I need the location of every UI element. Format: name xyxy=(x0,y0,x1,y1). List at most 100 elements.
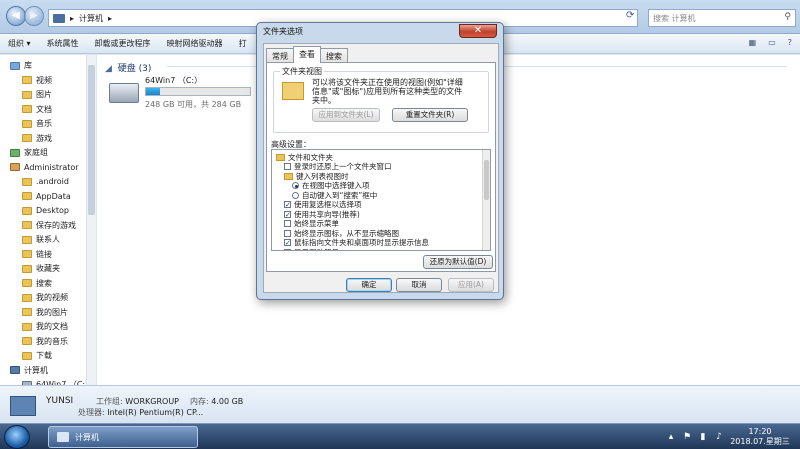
radio-button[interactable] xyxy=(292,191,299,199)
memory-value: 4.00 GB xyxy=(211,397,244,406)
workgroup-label: 工作组: xyxy=(96,397,123,406)
nav-item-label: 链接 xyxy=(36,249,52,259)
folder-icon xyxy=(22,264,32,273)
checkbox[interactable]: ✓ xyxy=(284,210,291,218)
checkbox[interactable]: ✓ xyxy=(284,201,291,209)
folder-icon xyxy=(22,105,32,113)
tab-general[interactable]: 常规 xyxy=(266,48,294,62)
folder-icon xyxy=(22,308,32,316)
advanced-scrollbar[interactable] xyxy=(482,150,490,250)
toolbar-item-4[interactable]: 打 xyxy=(239,38,247,49)
group-title: 硬盘 (3) xyxy=(117,64,152,74)
nav-item-4[interactable]: 音乐 xyxy=(22,117,52,130)
nav-item-17[interactable]: 我的图片 xyxy=(22,306,68,319)
folder-icon xyxy=(22,206,32,215)
toolbar-item-2[interactable]: 卸载或更改程序 xyxy=(95,38,151,49)
nav-item-label: Desktop xyxy=(36,206,69,215)
refresh-icon[interactable]: ⟳ xyxy=(626,10,640,26)
folder-icon xyxy=(22,279,32,287)
checkbox[interactable]: ✓ xyxy=(284,248,291,250)
apply-to-folders-button[interactable]: 应用到文件夹(L) xyxy=(312,108,380,122)
cancel-button[interactable]: 取消 xyxy=(396,278,442,292)
drive-item[interactable]: 64Win7 （C:） 248 GB 可用，共 284 GB xyxy=(109,75,279,115)
checkbox[interactable] xyxy=(284,163,291,170)
action-center-flag-icon[interactable]: ⚑ xyxy=(682,432,692,442)
folder-icon xyxy=(22,134,32,142)
nav-item-2[interactable]: 图片 xyxy=(22,88,52,101)
nav-item-13[interactable]: 链接 xyxy=(22,248,52,261)
search-input[interactable]: 搜索 计算机 ⚲ xyxy=(648,9,796,27)
help-icon[interactable]: ? xyxy=(788,38,792,47)
network-icon[interactable]: ▮ xyxy=(698,432,708,442)
radio-button[interactable] xyxy=(292,182,299,189)
library-icon xyxy=(10,61,20,70)
advanced-setting-10[interactable]: ✓显示驱动器号 xyxy=(284,247,339,251)
nav-item-0[interactable]: 库 xyxy=(10,59,32,72)
checkbox[interactable] xyxy=(284,220,291,227)
toolbar-item-3[interactable]: 映射网络驱动器 xyxy=(167,38,223,49)
checkbox[interactable]: ✓ xyxy=(284,239,291,247)
path-chevron-icon[interactable]: ▸ xyxy=(108,14,112,23)
view-controls: ▦ ▭? xyxy=(749,38,792,47)
toolbar-item-1[interactable]: 系统属性 xyxy=(47,38,79,49)
start-button[interactable] xyxy=(4,425,30,449)
nav-item-7[interactable]: Administrator xyxy=(10,161,79,174)
volume-icon[interactable]: ♪ xyxy=(714,432,724,442)
navigation-pane: 库视频 图片文档音乐游戏 家庭组 Administrator .android AppDa… xyxy=(0,55,96,385)
taskbar-button-computer[interactable]: 计算机 xyxy=(48,426,198,448)
reset-folders-button[interactable]: 重置文件夹(R) xyxy=(392,108,468,122)
tab-view[interactable]: 查看 xyxy=(293,46,321,63)
nav-item-16[interactable]: 我的视频 xyxy=(22,291,68,304)
tab-strip: 常规 查看 搜索 xyxy=(266,46,348,63)
forward-button[interactable]: ▶ xyxy=(24,6,44,26)
nav-item-18[interactable]: 我的文档 xyxy=(22,320,68,333)
nav-item-8[interactable]: .android xyxy=(22,175,69,188)
nav-scrollbar-thumb[interactable] xyxy=(88,65,95,215)
advanced-settings-list[interactable]: 文件和文件夹 登录时还原上一个文件夹窗口 键入列表视图时 在视图中选择键入项 自动键入到… xyxy=(271,149,491,251)
nav-item-14[interactable]: 收藏夹 xyxy=(22,262,60,275)
nav-item-10[interactable]: Desktop xyxy=(22,204,69,217)
nav-scrollbar[interactable] xyxy=(86,55,96,385)
tab-search[interactable]: 搜索 xyxy=(320,48,348,62)
nav-item-9[interactable]: AppData xyxy=(22,190,71,203)
nav-item-label: 文档 xyxy=(36,104,52,114)
nav-item-3[interactable]: 文档 xyxy=(22,103,52,116)
restore-defaults-button[interactable]: 还原为默认值(D) xyxy=(423,255,493,269)
advanced-setting-label: 显示驱动器号 xyxy=(294,247,339,251)
search-icon[interactable]: ⚲ xyxy=(784,12,791,22)
group-header[interactable]: ◢ 硬盘 (3) xyxy=(105,61,151,74)
memory-info: 内存: 4.00 GB xyxy=(190,396,243,407)
view-options-icon[interactable]: ▦ xyxy=(749,38,757,47)
nav-item-15[interactable]: 搜索 xyxy=(22,277,52,290)
nav-item-label: 计算机 xyxy=(24,365,48,375)
back-button[interactable]: ◀ xyxy=(6,6,26,26)
nav-item-label: 我的音乐 xyxy=(36,336,68,346)
nav-item-label: 搜索 xyxy=(36,278,52,288)
view-tab-page: 文件夹视图 可以将该文件夹正在使用的视图(例如"详细信息"或"图标")应用到所有… xyxy=(266,62,496,272)
apply-button[interactable]: 应用(A) xyxy=(448,278,494,292)
folder-options-dialog: 文件夹选项 ✕ 常规 查看 搜索 文件夹视图 可以将该文件夹正在使用的视图(例如… xyxy=(256,22,504,300)
nav-item-20[interactable]: 下载 xyxy=(22,349,52,362)
nav-item-11[interactable]: 保存的游戏 xyxy=(22,219,76,232)
folder-icon xyxy=(22,322,32,331)
show-hidden-icons-icon[interactable]: ▴ xyxy=(666,432,676,442)
toolbar-item-0[interactable]: 组织 ▾ xyxy=(8,38,31,49)
preview-pane-icon[interactable]: ▭ xyxy=(768,38,776,47)
folder-icon xyxy=(22,177,32,186)
nav-item-5[interactable]: 游戏 xyxy=(22,132,52,145)
nav-item-22[interactable]: 64Win7 （C:） xyxy=(22,378,93,385)
ok-button[interactable]: 确定 xyxy=(346,278,392,292)
nav-item-label: 音乐 xyxy=(36,119,52,128)
folder-view-group: 文件夹视图 可以将该文件夹正在使用的视图(例如"详细信息"或"图标")应用到所有… xyxy=(273,66,489,133)
nav-item-1[interactable]: 视频 xyxy=(22,74,52,87)
nav-item-19[interactable]: 我的音乐 xyxy=(22,335,68,348)
clock[interactable]: 17:20 2018.07.星期三 xyxy=(730,427,790,447)
nav-item-6[interactable]: 家庭组 xyxy=(10,146,48,159)
checkbox[interactable] xyxy=(284,229,291,237)
collapse-arrow-icon[interactable]: ◢ xyxy=(105,64,112,74)
advanced-scrollbar-thumb[interactable] xyxy=(484,160,489,200)
explorer-icon xyxy=(57,432,69,442)
nav-item-21[interactable]: 计算机 xyxy=(10,364,48,377)
close-button[interactable]: ✕ xyxy=(459,24,497,38)
nav-item-12[interactable]: 联系人 xyxy=(22,233,60,246)
